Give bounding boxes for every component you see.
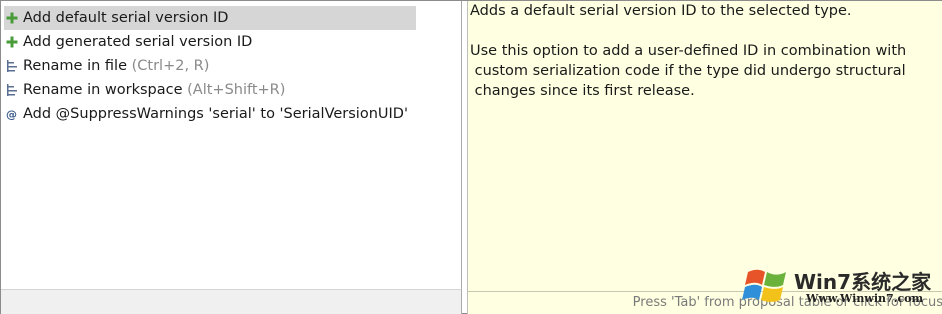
proposal-description-pane: Adds a default serial version ID to the … [467,1,942,291]
proposal-list-pane: Add default serial version ID Add genera… [1,1,462,289]
proposal-add-default-serial-id[interactable]: Add default serial version ID [4,6,416,30]
proposal-add-generated-serial-id[interactable]: Add generated serial version ID [4,30,416,54]
description-line: Use this option to add a user-defined ID… [470,43,907,59]
proposal-rename-in-file[interactable]: Rename in file (Ctrl+2, R) [4,54,416,78]
proposal-list: Add default serial version ID Add genera… [4,6,416,126]
proposal-add-suppress-warnings[interactable]: @ Add @SuppressWarnings 'serial' to 'Ser… [4,102,416,126]
description-line: Adds a default serial version ID to the … [470,3,852,19]
rename-icon [7,60,17,72]
description-line: changes since its first release. [470,83,695,99]
proposal-rename-in-workspace[interactable]: Rename in workspace (Alt+Shift+R) [4,78,416,102]
description-line: custom serialization code if the type di… [470,63,906,79]
quick-fix-popup: Add default serial version ID Add genera… [0,0,942,314]
proposal-label: Rename in workspace [23,82,183,98]
annotation-icon: @ [6,108,17,120]
proposal-label: Rename in file [23,58,127,74]
proposal-shortcut-hint: (Alt+Shift+R) [187,82,286,98]
proposal-list-scrollbar[interactable] [1,289,462,314]
add-plus-icon [6,36,18,48]
proposal-label: Add generated serial version ID [23,34,253,50]
proposal-shortcut-hint: (Ctrl+2, R) [131,58,210,74]
description-status-bar[interactable]: Press 'Tab' from proposal table or click… [467,291,942,314]
proposal-description: Adds a default serial version ID to the … [470,1,930,101]
proposal-label: Add default serial version ID [23,10,229,26]
add-plus-icon [6,12,18,24]
svg-text:@: @ [6,108,17,120]
proposal-label: Add @SuppressWarnings 'serial' to 'Seria… [23,106,408,122]
focus-hint-text: Press 'Tab' from proposal table or click… [632,295,942,310]
rename-icon [7,84,17,96]
